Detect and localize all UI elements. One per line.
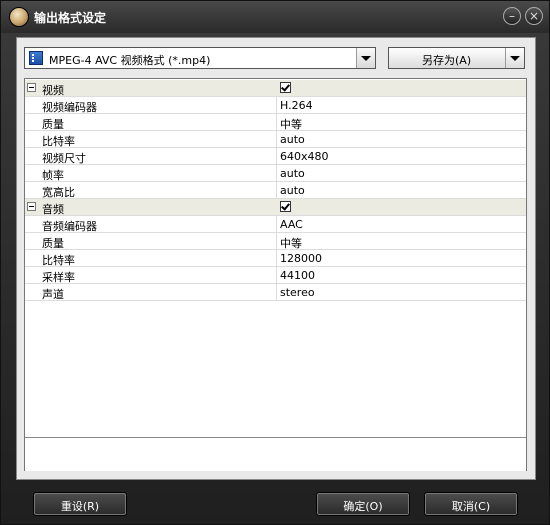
output-format-dialog: 输出格式设定 – × MPEG-4 AVC 视频格式 (*.mp4) 另存为(A…: [0, 0, 550, 525]
video-enable-checkbox[interactable]: [280, 82, 291, 93]
property-name: 视频尺寸: [42, 152, 86, 165]
property-value[interactable]: stereo: [280, 286, 315, 299]
column-divider: [276, 148, 277, 164]
property-value[interactable]: 中等: [280, 235, 302, 251]
property-rows: 视频 视频编码器 H.264 质量 中等 比特率 auto 视频尺寸 640x480 帧率 auto…: [25, 80, 526, 301]
column-divider: [276, 80, 277, 96]
save-as-button[interactable]: 另存为(A): [388, 47, 525, 69]
column-divider: [276, 131, 277, 147]
collapse-icon[interactable]: [27, 202, 36, 211]
cancel-button-label: 取消(C): [451, 500, 491, 513]
column-divider: [276, 114, 277, 130]
property-value[interactable]: 44100: [280, 269, 315, 282]
minimize-icon: –: [509, 9, 515, 23]
property-value[interactable]: 128000: [280, 252, 322, 265]
reset-button-label: 重设(R): [60, 500, 100, 513]
minimize-button[interactable]: –: [503, 7, 521, 25]
property-name: 音频编码器: [42, 220, 97, 233]
category-label: 视频: [42, 84, 64, 97]
property-value[interactable]: auto: [280, 167, 305, 180]
property-name: 质量: [42, 118, 64, 131]
column-divider: [276, 216, 277, 232]
column-divider: [276, 250, 277, 266]
property-value[interactable]: auto: [280, 133, 305, 146]
column-divider: [276, 284, 277, 300]
ok-button-label: 确定(O): [343, 500, 383, 513]
column-divider: [276, 267, 277, 283]
close-icon: ×: [528, 9, 540, 23]
cancel-button[interactable]: 取消(C): [424, 492, 518, 516]
column-divider: [276, 199, 277, 215]
property-name: 声道: [42, 288, 64, 301]
property-row[interactable]: 质量 中等: [25, 233, 526, 250]
description-area: [25, 437, 526, 471]
ok-button[interactable]: 确定(O): [316, 492, 410, 516]
column-divider: [276, 165, 277, 181]
property-value[interactable]: 中等: [280, 116, 302, 132]
property-row[interactable]: 质量 中等: [25, 114, 526, 131]
chevron-down-icon[interactable]: [356, 48, 375, 68]
format-dropdown[interactable]: MPEG-4 AVC 视频格式 (*.mp4): [24, 47, 376, 69]
audio-enable-checkbox[interactable]: [280, 201, 291, 212]
property-row[interactable]: 比特率 auto: [25, 131, 526, 148]
property-row[interactable]: 音频编码器 AAC: [25, 216, 526, 233]
collapse-icon[interactable]: [27, 83, 36, 92]
column-divider: [276, 97, 277, 113]
property-name: 宽高比: [42, 186, 75, 199]
property-name: 帧率: [42, 169, 64, 182]
window-title: 输出格式设定: [34, 11, 107, 25]
property-row[interactable]: 比特率 128000: [25, 250, 526, 267]
format-selected-value: MPEG-4 AVC 视频格式 (*.mp4): [49, 54, 211, 67]
property-name: 比特率: [42, 254, 75, 267]
save-as-label: 另存为(A): [422, 54, 472, 67]
content-panel: MPEG-4 AVC 视频格式 (*.mp4) 另存为(A) 视频视频编码器 H.…: [16, 37, 536, 480]
property-value[interactable]: AAC: [280, 218, 303, 231]
property-value[interactable]: auto: [280, 184, 305, 197]
property-row[interactable]: 视频尺寸 640x480: [25, 148, 526, 165]
property-row[interactable]: 视频编码器 H.264: [25, 97, 526, 114]
property-value[interactable]: H.264: [280, 99, 313, 112]
property-name: 比特率: [42, 135, 75, 148]
property-value[interactable]: 640x480: [280, 150, 329, 163]
property-name: 质量: [42, 237, 64, 250]
column-divider: [276, 233, 277, 249]
save-as-chevron-down-icon[interactable]: [505, 48, 524, 68]
category-label: 音频: [42, 203, 64, 216]
column-divider: [276, 182, 277, 198]
title-bar[interactable]: 输出格式设定 – ×: [1, 1, 549, 33]
app-logo-icon: [9, 7, 29, 27]
property-name: 采样率: [42, 271, 75, 284]
property-row[interactable]: 采样率 44100: [25, 267, 526, 284]
property-row[interactable]: 宽高比 auto: [25, 182, 526, 199]
reset-button[interactable]: 重设(R): [33, 492, 127, 516]
video-format-icon: [29, 51, 43, 65]
property-grid: 视频 视频编码器 H.264 质量 中等 比特率 auto 视频尺寸 640x480 帧率 auto…: [24, 78, 527, 471]
property-row[interactable]: 帧率 auto: [25, 165, 526, 182]
property-row[interactable]: 声道 stereo: [25, 284, 526, 301]
property-name: 视频编码器: [42, 101, 97, 114]
category-row-audio[interactable]: 音频: [25, 199, 526, 216]
category-row-video[interactable]: 视频: [25, 80, 526, 97]
close-button[interactable]: ×: [525, 7, 543, 25]
